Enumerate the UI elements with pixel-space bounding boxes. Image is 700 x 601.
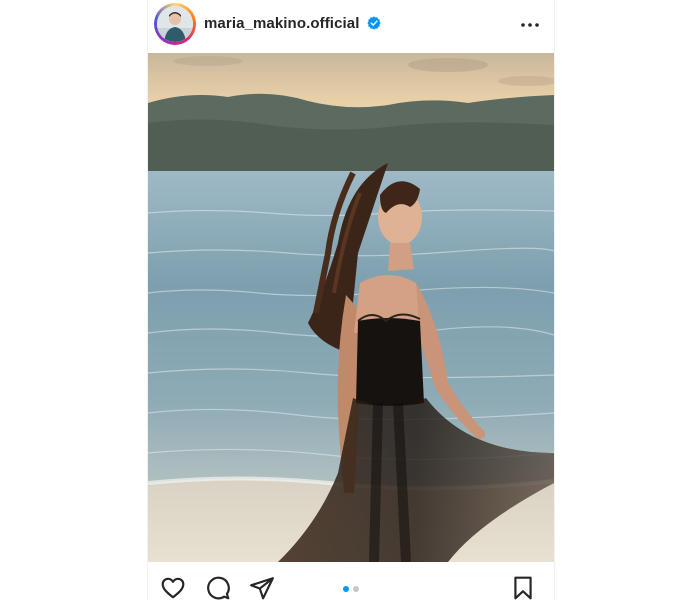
beach-photo xyxy=(148,53,554,562)
post-header: maria_makino.official xyxy=(148,0,554,50)
avatar-story-ring[interactable] xyxy=(154,3,196,45)
post-photo[interactable] xyxy=(148,53,554,562)
avatar-image xyxy=(157,6,193,42)
share-icon[interactable] xyxy=(249,575,275,601)
instagram-post: maria_makino.official xyxy=(147,0,555,600)
heart-icon[interactable] xyxy=(160,575,186,601)
comment-icon[interactable] xyxy=(205,575,231,601)
username[interactable]: maria_makino.official xyxy=(204,15,360,32)
carousel-dot xyxy=(353,586,359,592)
post-actions xyxy=(148,562,554,600)
avatar[interactable] xyxy=(157,6,193,42)
verified-badge-icon xyxy=(367,16,381,30)
carousel-dot-active xyxy=(343,586,349,592)
carousel-indicator xyxy=(341,586,361,592)
more-icon[interactable] xyxy=(518,13,542,37)
bookmark-icon[interactable] xyxy=(510,575,536,601)
